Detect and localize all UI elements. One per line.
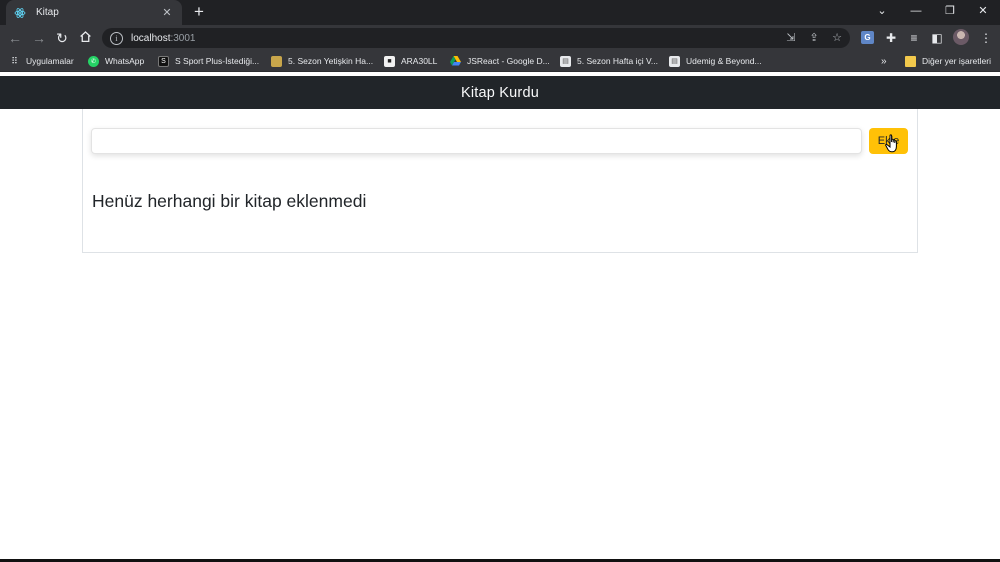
bookmark-ssport[interactable]: S S Sport Plus-İstediği... — [158, 54, 259, 68]
other-bookmarks-folder[interactable]: Diğer yer işaretleri — [905, 54, 991, 68]
bookmark-label: Uygulamalar — [26, 56, 74, 66]
bookmark-label: 5. Sezon Hafta içi V... — [577, 56, 658, 66]
hand-pointer-cursor-icon — [885, 134, 897, 153]
google-drive-icon — [450, 56, 461, 67]
bookmark-ara30ll[interactable]: ■ ARA30LL — [384, 54, 437, 68]
bookmark-label: 5. Sezon Yetişkin Ha... — [288, 56, 374, 66]
bookmark-label: Diğer yer işaretleri — [922, 56, 991, 66]
bookmark-label: ARA30LL — [401, 56, 438, 66]
bookmark-whatsapp[interactable]: ✆ WhatsApp — [88, 54, 144, 68]
bookmarks-bar: ⠿ Uygulamalar ✆ WhatsApp S S Sport Plus-… — [0, 51, 1000, 72]
home-icon[interactable] — [76, 29, 94, 47]
bookmark-udemig[interactable]: ▤ Udemig & Beyond... — [669, 54, 762, 68]
bookmark-label: S Sport Plus-İstediği... — [175, 56, 260, 66]
tab-title: Kitap — [36, 7, 59, 18]
side-panel-icon[interactable]: ◧ — [929, 30, 945, 46]
translate-extension-icon[interactable]: G — [861, 31, 874, 44]
chrome-menu-icon[interactable]: ⋮ — [978, 30, 994, 46]
bookmark-label: WhatsApp — [105, 56, 145, 66]
minimize-icon[interactable]: — — [899, 0, 933, 25]
whatsapp-icon: ✆ — [88, 55, 99, 67]
doc-icon: ▤ — [669, 55, 680, 67]
media-control-icon[interactable]: ≡ — [906, 30, 922, 46]
site-info-icon[interactable]: i — [110, 31, 123, 45]
address-url: localhost:3001 — [131, 32, 196, 44]
browser-tab[interactable]: Kitap ✕ — [6, 0, 182, 25]
image-icon — [271, 55, 282, 67]
app-navbar: Kitap Kurdu — [0, 76, 1000, 109]
install-app-icon[interactable]: ⇲ — [784, 31, 798, 45]
profile-avatar[interactable] — [953, 29, 969, 45]
browser-titlebar: Kitap ✕ + ⌄ — ❐ ✕ — [0, 0, 1000, 25]
bookmarks-overflow-button[interactable]: » — [881, 54, 887, 68]
bookmark-sezon-yetiskin[interactable]: 5. Sezon Yetişkin Ha... — [271, 54, 373, 68]
doc-icon: ▤ — [560, 55, 571, 67]
bookmark-star-icon[interactable]: ☆ — [830, 31, 844, 45]
browser-toolbar: ← → ↻ i localhost:3001 ⇲ ⇪ ☆ G ✚ ≡ ◧ ⋮ — [0, 25, 1000, 51]
tab-search-icon[interactable]: ⌄ — [865, 0, 899, 25]
bookmark-label: Udemig & Beyond... — [686, 56, 762, 66]
close-window-icon[interactable]: ✕ — [966, 0, 1000, 25]
apps-grid-icon: ⠿ — [11, 55, 18, 66]
bookmark-label: JSReact - Google D... — [467, 56, 550, 66]
extensions-puzzle-icon[interactable]: ✚ — [883, 30, 899, 46]
back-icon[interactable]: ← — [6, 29, 24, 47]
react-favicon-icon — [14, 7, 26, 19]
bookmark-sezon-haftaici[interactable]: ▤ 5. Sezon Hafta içi V... — [560, 54, 658, 68]
book-title-input[interactable] — [91, 128, 862, 154]
reload-icon[interactable]: ↻ — [53, 29, 71, 47]
bookmark-jsreact-drive[interactable]: JSReact - Google D... — [450, 54, 550, 68]
bookmark-apps[interactable]: ⠿ Uygulamalar — [9, 54, 74, 68]
app-title: Kitap Kurdu — [461, 84, 539, 101]
folder-icon — [905, 55, 916, 67]
forward-icon[interactable]: → — [30, 29, 48, 47]
address-bar[interactable]: i localhost:3001 ⇲ ⇪ ☆ — [102, 28, 850, 48]
bookmark-icon: ■ — [384, 55, 395, 67]
ssport-icon: S — [158, 55, 169, 67]
new-tab-icon[interactable]: + — [190, 3, 208, 21]
tab-close-icon[interactable]: ✕ — [160, 6, 174, 19]
restore-icon[interactable]: ❐ — [933, 0, 967, 25]
empty-books-message: Henüz herhangi bir kitap eklenmedi — [92, 191, 367, 211]
share-icon[interactable]: ⇪ — [807, 31, 821, 45]
